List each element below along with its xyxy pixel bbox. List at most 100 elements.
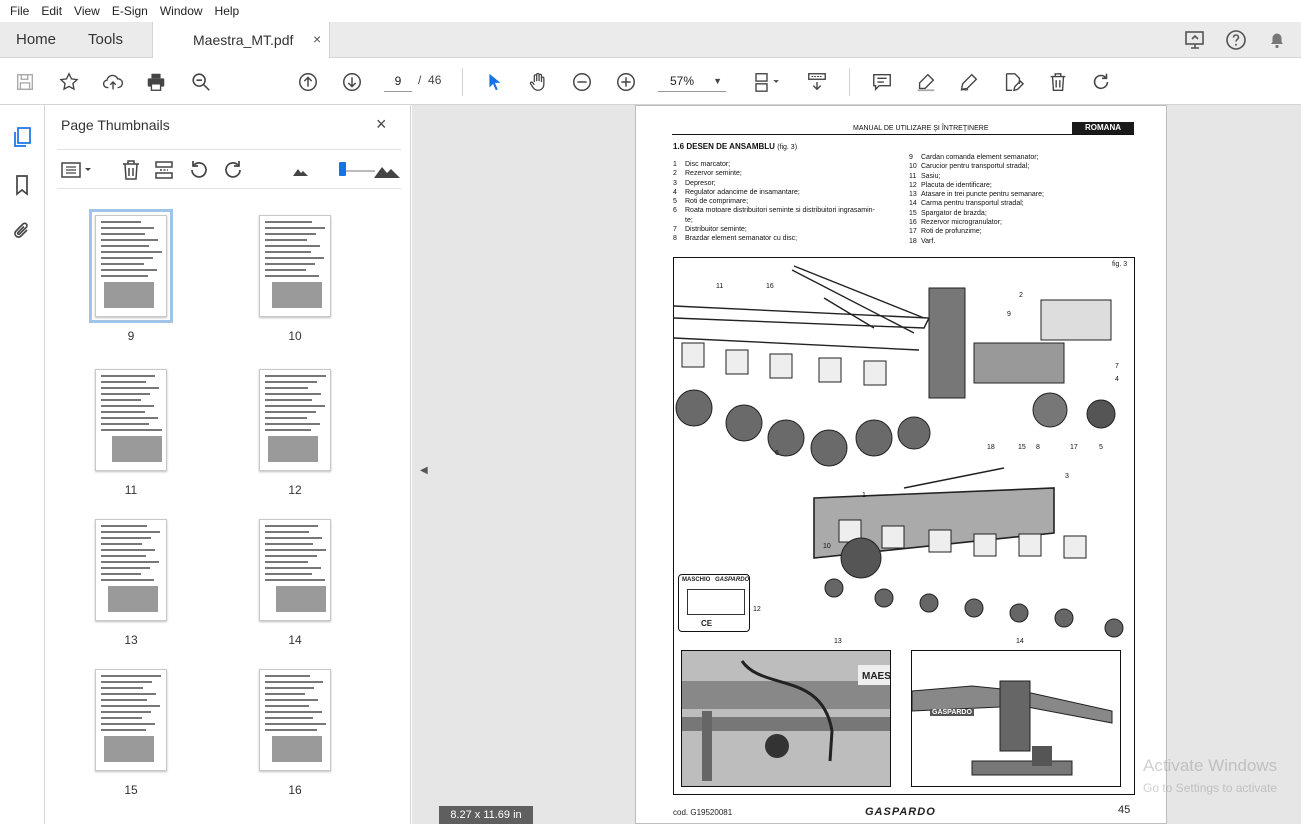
tab-tools[interactable]: Tools xyxy=(88,31,123,48)
menu-bar: File Edit View E-Sign Window Help xyxy=(0,0,1301,22)
parts-list-number: 13 xyxy=(909,191,917,199)
upload-cloud-icon[interactable] xyxy=(100,69,126,95)
menu-help[interactable]: Help xyxy=(209,4,246,18)
page-thumbnail[interactable] xyxy=(95,519,167,621)
page-thumbnail[interactable] xyxy=(89,209,173,323)
thumbnail-text-line xyxy=(101,227,154,229)
close-panel-icon[interactable]: × xyxy=(376,114,387,135)
thumbnail-text-line xyxy=(101,543,142,545)
callout-16: 16 xyxy=(766,283,774,290)
thumbnail-text-line xyxy=(265,399,312,401)
parts-list-number: 17 xyxy=(909,228,917,236)
section-title-text: 1.6 DESEN DE ANSAMBLU xyxy=(673,142,775,151)
thumbnail-image-block xyxy=(108,586,158,612)
notifications-bell-icon[interactable] xyxy=(1265,28,1289,52)
save-icon[interactable] xyxy=(12,69,38,95)
parts-list-number: 15 xyxy=(909,209,917,217)
thumbnail-text-line xyxy=(265,387,308,389)
page-thumbnail[interactable] xyxy=(95,669,167,771)
plate-brand: MASCHIO xyxy=(682,577,711,583)
callout-17: 17 xyxy=(1070,444,1078,451)
draw-pen-icon[interactable] xyxy=(956,69,982,95)
thumbnail-text-line xyxy=(101,723,155,725)
thumbnail-size-slider-knob[interactable] xyxy=(339,162,346,176)
thumbnail-size-slider-track[interactable] xyxy=(341,170,375,172)
large-thumbnails-mountain-icon[interactable] xyxy=(372,158,402,182)
select-cursor-icon[interactable] xyxy=(481,69,507,95)
menu-file[interactable]: File xyxy=(4,4,35,18)
collapse-panel-icon[interactable]: ◀ xyxy=(420,465,428,476)
delete-page-icon[interactable] xyxy=(119,158,143,182)
parts-list-right: 9 Cardan comanda element semanator; 10 Caru… xyxy=(909,153,1044,246)
page-thumbnail[interactable] xyxy=(259,669,331,771)
share-screen-icon[interactable] xyxy=(1183,28,1207,52)
page-thumbnail[interactable] xyxy=(95,369,167,471)
page-thumbnail[interactable] xyxy=(259,519,331,621)
menu-window[interactable]: Window xyxy=(154,4,209,18)
highlighter-icon[interactable] xyxy=(913,69,939,95)
windows-activation-watermark: Activate Windows xyxy=(1143,756,1278,775)
thumbnail-text-line xyxy=(265,239,307,241)
thumbnail-page-number: 13 xyxy=(124,633,138,647)
tab-home[interactable]: Home xyxy=(16,31,56,48)
small-thumbnails-mountain-icon[interactable] xyxy=(289,158,313,182)
hand-tool-icon[interactable] xyxy=(525,69,551,95)
thumbnail-text-line xyxy=(101,717,142,719)
plate-ce-mark: CE xyxy=(701,619,713,628)
previous-page-icon[interactable] xyxy=(295,69,321,95)
thumbnail-text-line xyxy=(265,675,310,677)
menu-esign[interactable]: E-Sign xyxy=(106,4,154,18)
zoom-level-select[interactable]: 57% ▼ xyxy=(658,70,726,92)
next-page-icon[interactable] xyxy=(339,69,365,95)
thumbnail-page-number: 10 xyxy=(288,329,302,343)
bookmark-star-icon[interactable] xyxy=(56,69,82,95)
print-icon[interactable] xyxy=(143,69,169,95)
callout-8: 8 xyxy=(1036,444,1040,451)
thumbnail-image-block xyxy=(112,436,162,462)
delete-trash-icon[interactable] xyxy=(1045,69,1071,95)
thumbnail-text-line xyxy=(265,275,319,277)
thumbnail-text-line xyxy=(265,233,316,235)
page-thumbnails-icon[interactable] xyxy=(10,125,34,149)
help-icon[interactable] xyxy=(1224,28,1248,52)
callout-15: 15 xyxy=(1018,444,1026,451)
document-view[interactable]: ◀ MANUAL DE UTILIZARE ŞI ÎNTREŢINERE ROM… xyxy=(412,105,1301,824)
rotate-clockwise-icon[interactable] xyxy=(221,158,245,182)
page-number-input[interactable]: 9 xyxy=(384,70,412,92)
scroll-mode-icon[interactable] xyxy=(804,69,830,95)
menu-view[interactable]: View xyxy=(68,4,106,18)
thumbnail-text-line xyxy=(101,537,151,539)
comment-icon[interactable] xyxy=(869,69,895,95)
thumbnail-text-line xyxy=(101,729,146,731)
zoom-out-icon[interactable] xyxy=(569,69,595,95)
page-thumbnail[interactable] xyxy=(259,369,331,471)
zoom-in-icon[interactable] xyxy=(613,69,639,95)
page-fit-icon[interactable] xyxy=(748,69,786,95)
thumbnail-text-line xyxy=(101,233,145,235)
page-thumbnail[interactable] xyxy=(259,215,331,317)
edit-text-icon[interactable] xyxy=(1000,69,1026,95)
bookmarks-icon[interactable] xyxy=(10,173,34,197)
callout-6: 6 xyxy=(775,450,779,457)
attachments-paperclip-icon[interactable] xyxy=(10,219,34,243)
parts-list-text: Brazdar element semanator cu disc; xyxy=(685,235,798,243)
thumbnail-options-icon[interactable] xyxy=(59,158,95,182)
thumbnail-text-line xyxy=(265,717,313,719)
thumbnail-text-line xyxy=(101,549,155,551)
menu-edit[interactable]: Edit xyxy=(35,4,68,18)
inset-three-point-hitch: MAES xyxy=(681,650,891,787)
callout-2: 2 xyxy=(1019,292,1023,299)
frame-label-maes: MAES xyxy=(862,671,891,682)
parts-list-number: 18 xyxy=(909,237,917,245)
thumbnail-page-number: 9 xyxy=(127,329,135,343)
close-tab-icon[interactable]: × xyxy=(313,31,321,47)
thumbnail-text-line xyxy=(101,269,157,271)
extract-pages-icon[interactable] xyxy=(152,158,176,182)
zoom-search-icon[interactable] xyxy=(188,69,214,95)
rotate-clockwise-icon[interactable] xyxy=(1088,69,1114,95)
thumbnail-tools xyxy=(57,149,401,189)
callout-12: 12 xyxy=(753,606,761,613)
tab-document[interactable]: Maestra_MT.pdf × xyxy=(152,22,330,58)
rotate-counterclockwise-icon[interactable] xyxy=(187,158,211,182)
thumbnail-text-line xyxy=(101,245,149,247)
